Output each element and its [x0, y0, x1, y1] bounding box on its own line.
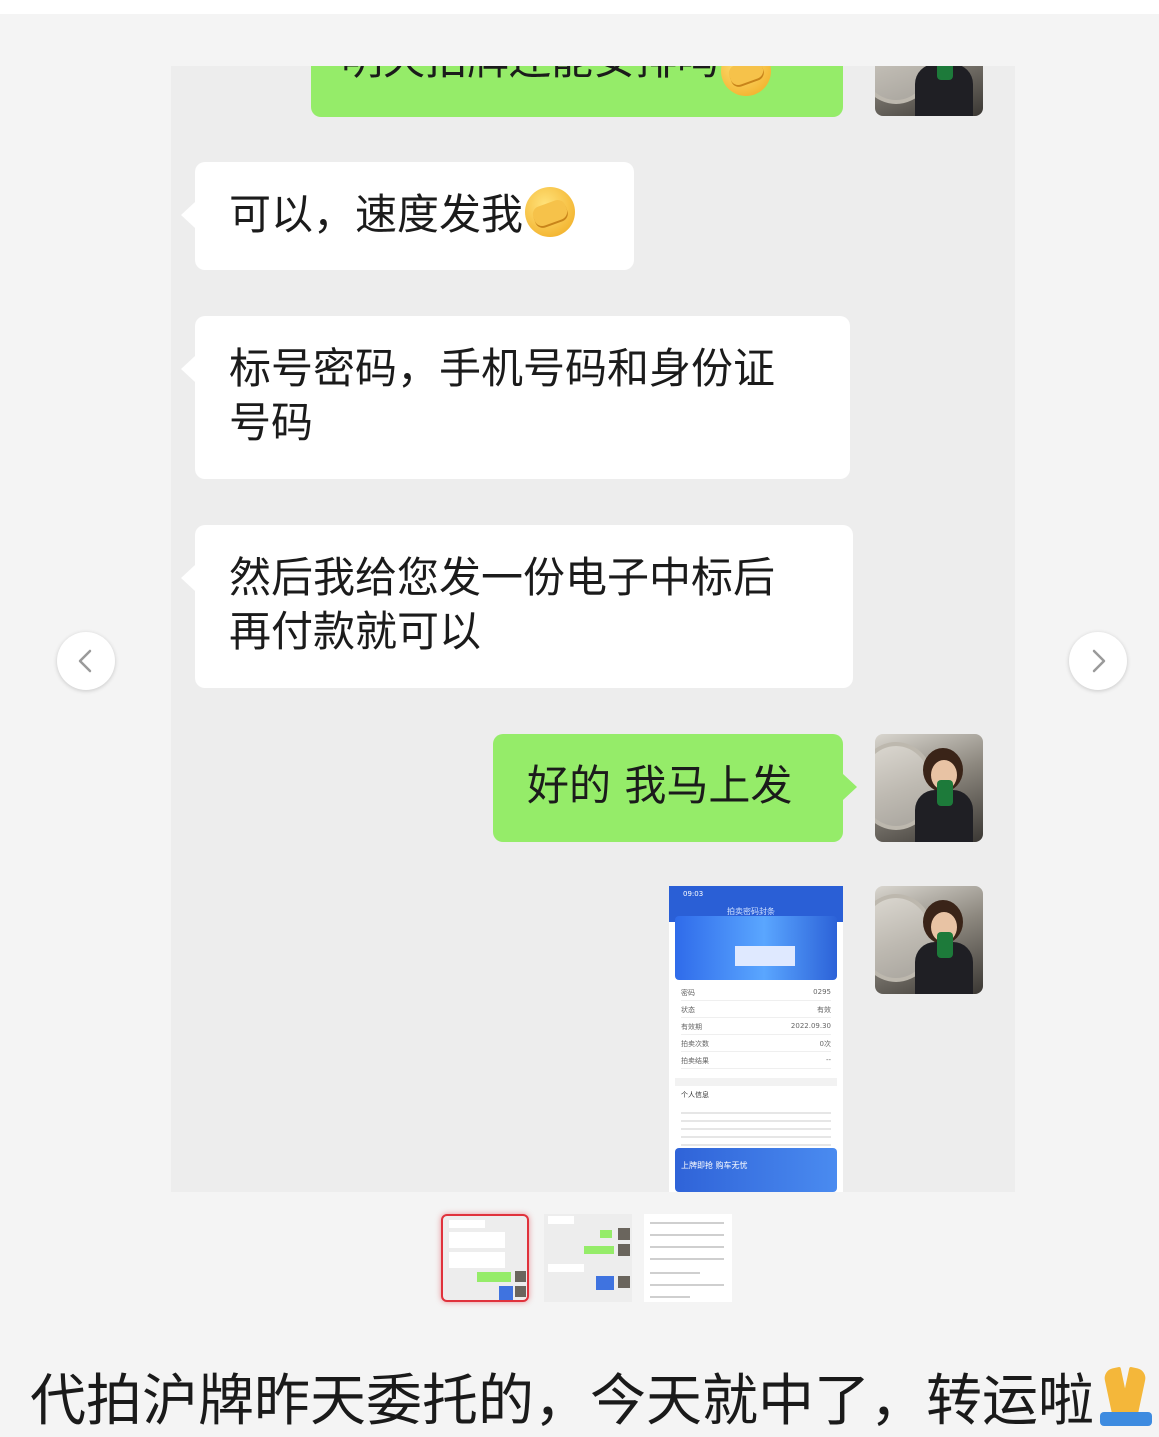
- next-image-button[interactable]: [1069, 632, 1127, 690]
- message-text-line: 然后我给您发一份电子中标后: [229, 553, 776, 602]
- thumbnail-3[interactable]: [644, 1214, 732, 1302]
- received-message: 然后我给您发一份电子中标后 再付款就可以: [181, 525, 853, 688]
- avatar[interactable]: [875, 886, 983, 994]
- screenshot-row: 有效期 2022.09.30: [681, 1022, 831, 1035]
- chevron-right-icon: [1092, 649, 1106, 673]
- thumbnail-2[interactable]: [544, 1214, 632, 1302]
- partial-sent-message: 明天拍牌还能安排吗: [311, 66, 843, 117]
- partial-message-text: 明天拍牌还能安排吗: [341, 66, 719, 84]
- screenshot-ad-banner: 上牌即抢 购车无忧: [675, 1148, 837, 1192]
- message-text: 好的 我马上发: [527, 761, 793, 810]
- prev-image-button[interactable]: [57, 632, 115, 690]
- face-palm-emoji-icon: [525, 187, 576, 237]
- avatar[interactable]: [875, 66, 983, 116]
- screenshot-text-block: [681, 1106, 831, 1146]
- praying-hands-emoji-icon: [1094, 1364, 1158, 1428]
- message-text-line: 标号密码，手机号码和身份证: [229, 344, 776, 393]
- message-text-line: 再付款就可以: [229, 607, 482, 656]
- screenshot-row: 拍卖结果 --: [681, 1056, 831, 1069]
- caption-text: 代拍沪牌昨天委托的，今天就中了，转运啦: [30, 1369, 1094, 1434]
- message-text-line: 号码: [229, 398, 314, 447]
- received-message: 标号密码，手机号码和身份证 号码: [181, 316, 850, 479]
- screenshot-row: 状态 有效: [681, 1005, 831, 1018]
- sent-screenshot-image[interactable]: 09:03 拍卖密码封条 密码 0295 状态 有效 有效期 2022.09.30 拍…: [669, 886, 843, 1192]
- post-caption: 代拍沪牌昨天委托的，今天就中了，转运啦: [30, 1364, 1152, 1437]
- screenshot-banner: [675, 916, 837, 980]
- message-text: 可以，速度发我: [229, 190, 524, 239]
- avatar[interactable]: [875, 734, 983, 842]
- received-message: 可以，速度发我: [181, 162, 634, 270]
- sent-message: 好的 我马上发: [493, 734, 857, 842]
- image-viewer[interactable]: 明天拍牌还能安排吗 可以，速度发我 标号密码，手机号码和身份证 号码 然后我给您…: [171, 66, 1015, 1192]
- screenshot-row: 拍卖次数 0次: [681, 1039, 831, 1052]
- screenshot-time: 09:03: [683, 890, 704, 898]
- chevron-left-icon: [78, 649, 92, 673]
- top-strip: [0, 0, 1159, 14]
- screenshot-section-title: 个人信息: [681, 1091, 709, 1099]
- emoji-icon: [721, 66, 772, 96]
- thumbnail-1[interactable]: [441, 1214, 529, 1302]
- screenshot-row: 密码 0295: [681, 988, 831, 1001]
